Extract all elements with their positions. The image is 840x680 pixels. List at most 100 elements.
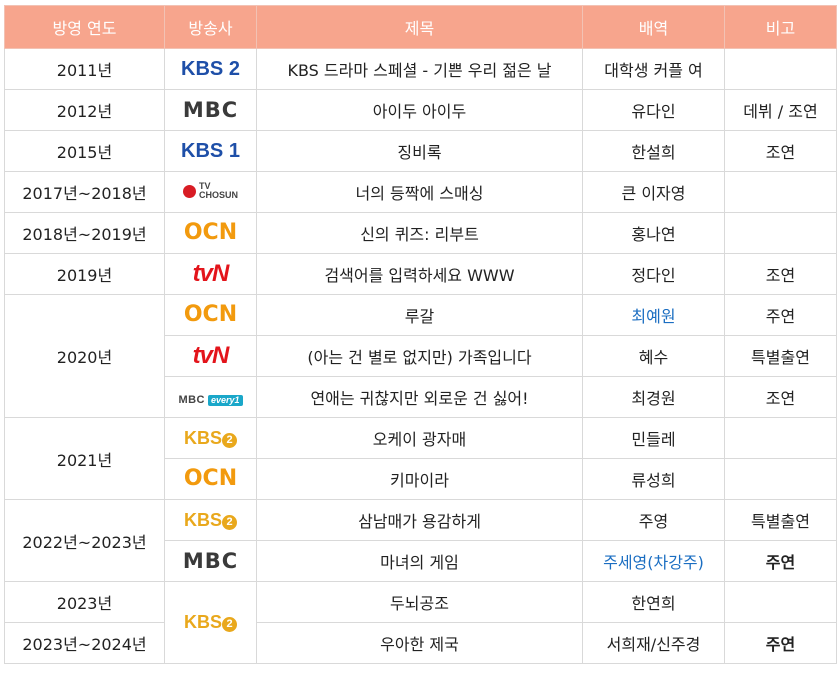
note-cell: 특별출연: [724, 499, 837, 541]
year-cell: 2023년: [4, 581, 165, 623]
broadcaster-cell: MBC: [164, 540, 257, 582]
note-cell: 특별출연: [724, 335, 837, 377]
title-link[interactable]: 너의 등짝에 스매싱: [256, 171, 583, 213]
table-row: 2018년~2019년 OCN 신의 퀴즈: 리부트 홍나연: [4, 212, 837, 254]
role-cell: 류성희: [582, 458, 725, 500]
role-link[interactable]: 최예원: [582, 294, 725, 336]
broadcaster-cell: tvN: [164, 253, 257, 295]
header-note: 비고: [724, 5, 837, 49]
role-cell: 유다인: [582, 89, 725, 131]
role-cell: 주영: [582, 499, 725, 541]
kbs-text: KBS: [183, 612, 222, 632]
header-row: 방영 연도 방송사 제목 배역 비고: [4, 5, 837, 49]
title-link[interactable]: 신의 퀴즈: 리부트: [256, 212, 583, 254]
table-row: 2012년 MBC 아이두 아이두 유다인 데뷔 / 조연: [4, 89, 837, 131]
note-cell: 주연: [724, 294, 837, 336]
role-cell: 민들레: [582, 417, 725, 459]
role-cell: 혜수: [582, 335, 725, 377]
title-link[interactable]: 우아한 제국: [256, 622, 583, 664]
tv-chosun-mark-icon: [182, 184, 196, 198]
note-cell: [724, 458, 837, 500]
table-row: 2023년~2024년 우아한 제국 서희재/신주경 주연: [4, 622, 837, 664]
year-cell: 2022년~2023년: [4, 499, 165, 582]
table-row: 2017년~2018년 TV CHOSUN 너의 등짝에 스매싱 큰 이자영: [4, 171, 837, 213]
ocn-logo: OCN: [183, 220, 238, 245]
broadcaster-cell: tvN: [164, 335, 257, 377]
filmography-table: 방영 연도 방송사 제목 배역 비고 2011년 KBS 2 KBS 드라마 스…: [4, 5, 837, 664]
role-cell: 정다인: [582, 253, 725, 295]
title-link[interactable]: 키마이라: [256, 458, 583, 500]
title-link[interactable]: 루갈: [256, 294, 583, 336]
role-cell: 한연희: [582, 581, 725, 623]
note-cell: 조연: [724, 130, 837, 172]
year-cell: 2012년: [4, 89, 165, 131]
title-link[interactable]: 오케이 광자매: [256, 417, 583, 459]
broadcaster-cell: KBS 1: [164, 130, 257, 172]
kbs2-yellow-logo: KBS 2: [184, 613, 237, 632]
note-cell: 조연: [724, 376, 837, 418]
mbc-logo: MBC: [182, 97, 239, 122]
role-cell: 대학생 커플 여: [582, 48, 725, 90]
ocn-logo: OCN: [183, 466, 238, 491]
kbs-circle-2: 2: [222, 514, 237, 530]
kbs-text: KBS: [183, 509, 222, 530]
title-link[interactable]: 마녀의 게임: [256, 540, 583, 582]
year-cell: 2011년: [4, 48, 165, 90]
role-cell: 큰 이자영: [582, 171, 725, 213]
tvn-logo: tvN: [192, 260, 230, 287]
year-cell: 2017년~2018년: [4, 171, 165, 213]
broadcaster-cell: OCN: [164, 212, 257, 254]
tvn-logo: tvN: [192, 342, 230, 369]
year-cell: 2023년~2024년: [4, 622, 165, 664]
broadcaster-cell: TV CHOSUN: [164, 171, 257, 213]
table-row: 2023년 KBS 2 두뇌공조 한연희: [4, 581, 837, 664]
mbc-every1-logo: MBC every1: [178, 393, 243, 406]
year-cell: 2021년: [4, 417, 165, 500]
role-cell: 서희재/신주경: [582, 622, 725, 664]
header-role: 배역: [582, 5, 725, 49]
title-link[interactable]: 연애는 귀찮지만 외로운 건 싫어!: [256, 376, 583, 418]
note-cell: [724, 417, 837, 459]
broadcaster-cell: KBS 2: [164, 48, 257, 90]
mbc-logo: MBC: [182, 548, 239, 573]
note-cell: [724, 171, 837, 213]
table-row: 2015년 KBS 1 징비록 한설희 조연: [4, 130, 837, 172]
ocn-logo: OCN: [183, 302, 238, 327]
table-row: 2011년 KBS 2 KBS 드라마 스페셜 - 기쁜 우리 젊은 날 대학생…: [4, 48, 837, 90]
broadcaster-cell: KBS 2: [164, 581, 257, 664]
tv-chosun-logo: TV CHOSUN: [182, 182, 238, 201]
mbc-every1-m: MBC: [178, 393, 206, 406]
role-cell: 최경원: [582, 376, 725, 418]
kbs2-yellow-logo: KBS 2: [184, 511, 237, 530]
kbs-circle-2: 2: [222, 617, 237, 632]
role-cell: 홍나연: [582, 212, 725, 254]
note-cell: [724, 581, 837, 623]
note-cell: 주연: [724, 622, 837, 664]
title-link[interactable]: 검색어를 입력하세요 WWW: [256, 253, 583, 295]
role-cell: 한설희: [582, 130, 725, 172]
kbs1-logo: KBS 1: [181, 140, 240, 162]
tv-chosun-line2: CHOSUN: [198, 190, 238, 201]
title-link[interactable]: KBS 드라마 스페셜 - 기쁜 우리 젊은 날: [256, 48, 583, 90]
note-cell: 데뷔 / 조연: [724, 89, 837, 131]
table-row: 2022년~2023년 KBS 2 삼남매가 용감하게 주영 특별출연: [4, 499, 837, 582]
broadcaster-cell: OCN: [164, 458, 257, 500]
role-link[interactable]: 주세영(차강주): [582, 540, 725, 582]
year-cell: 2020년: [4, 294, 165, 418]
title-link[interactable]: (아는 건 별로 없지만) 가족입니다: [256, 335, 583, 377]
year-cell: 2015년: [4, 130, 165, 172]
kbs2-yellow-logo: KBS 2: [184, 429, 237, 448]
year-cell: 2019년: [4, 253, 165, 295]
table-row: 2019년 tvN 검색어를 입력하세요 WWW 정다인 조연: [4, 253, 837, 295]
title-link[interactable]: 두뇌공조: [256, 581, 583, 623]
note-cell: 조연: [724, 253, 837, 295]
title-link[interactable]: 아이두 아이두: [256, 89, 583, 131]
title-link[interactable]: 징비록: [256, 130, 583, 172]
broadcaster-cell: OCN: [164, 294, 257, 336]
year-cell: 2018년~2019년: [4, 212, 165, 254]
note-cell: [724, 212, 837, 254]
broadcaster-cell: MBC every1: [164, 376, 257, 418]
mbc-every1-e: every1: [208, 394, 243, 406]
table-body: 2011년 KBS 2 KBS 드라마 스페셜 - 기쁜 우리 젊은 날 대학생…: [4, 48, 837, 664]
title-link[interactable]: 삼남매가 용감하게: [256, 499, 583, 541]
